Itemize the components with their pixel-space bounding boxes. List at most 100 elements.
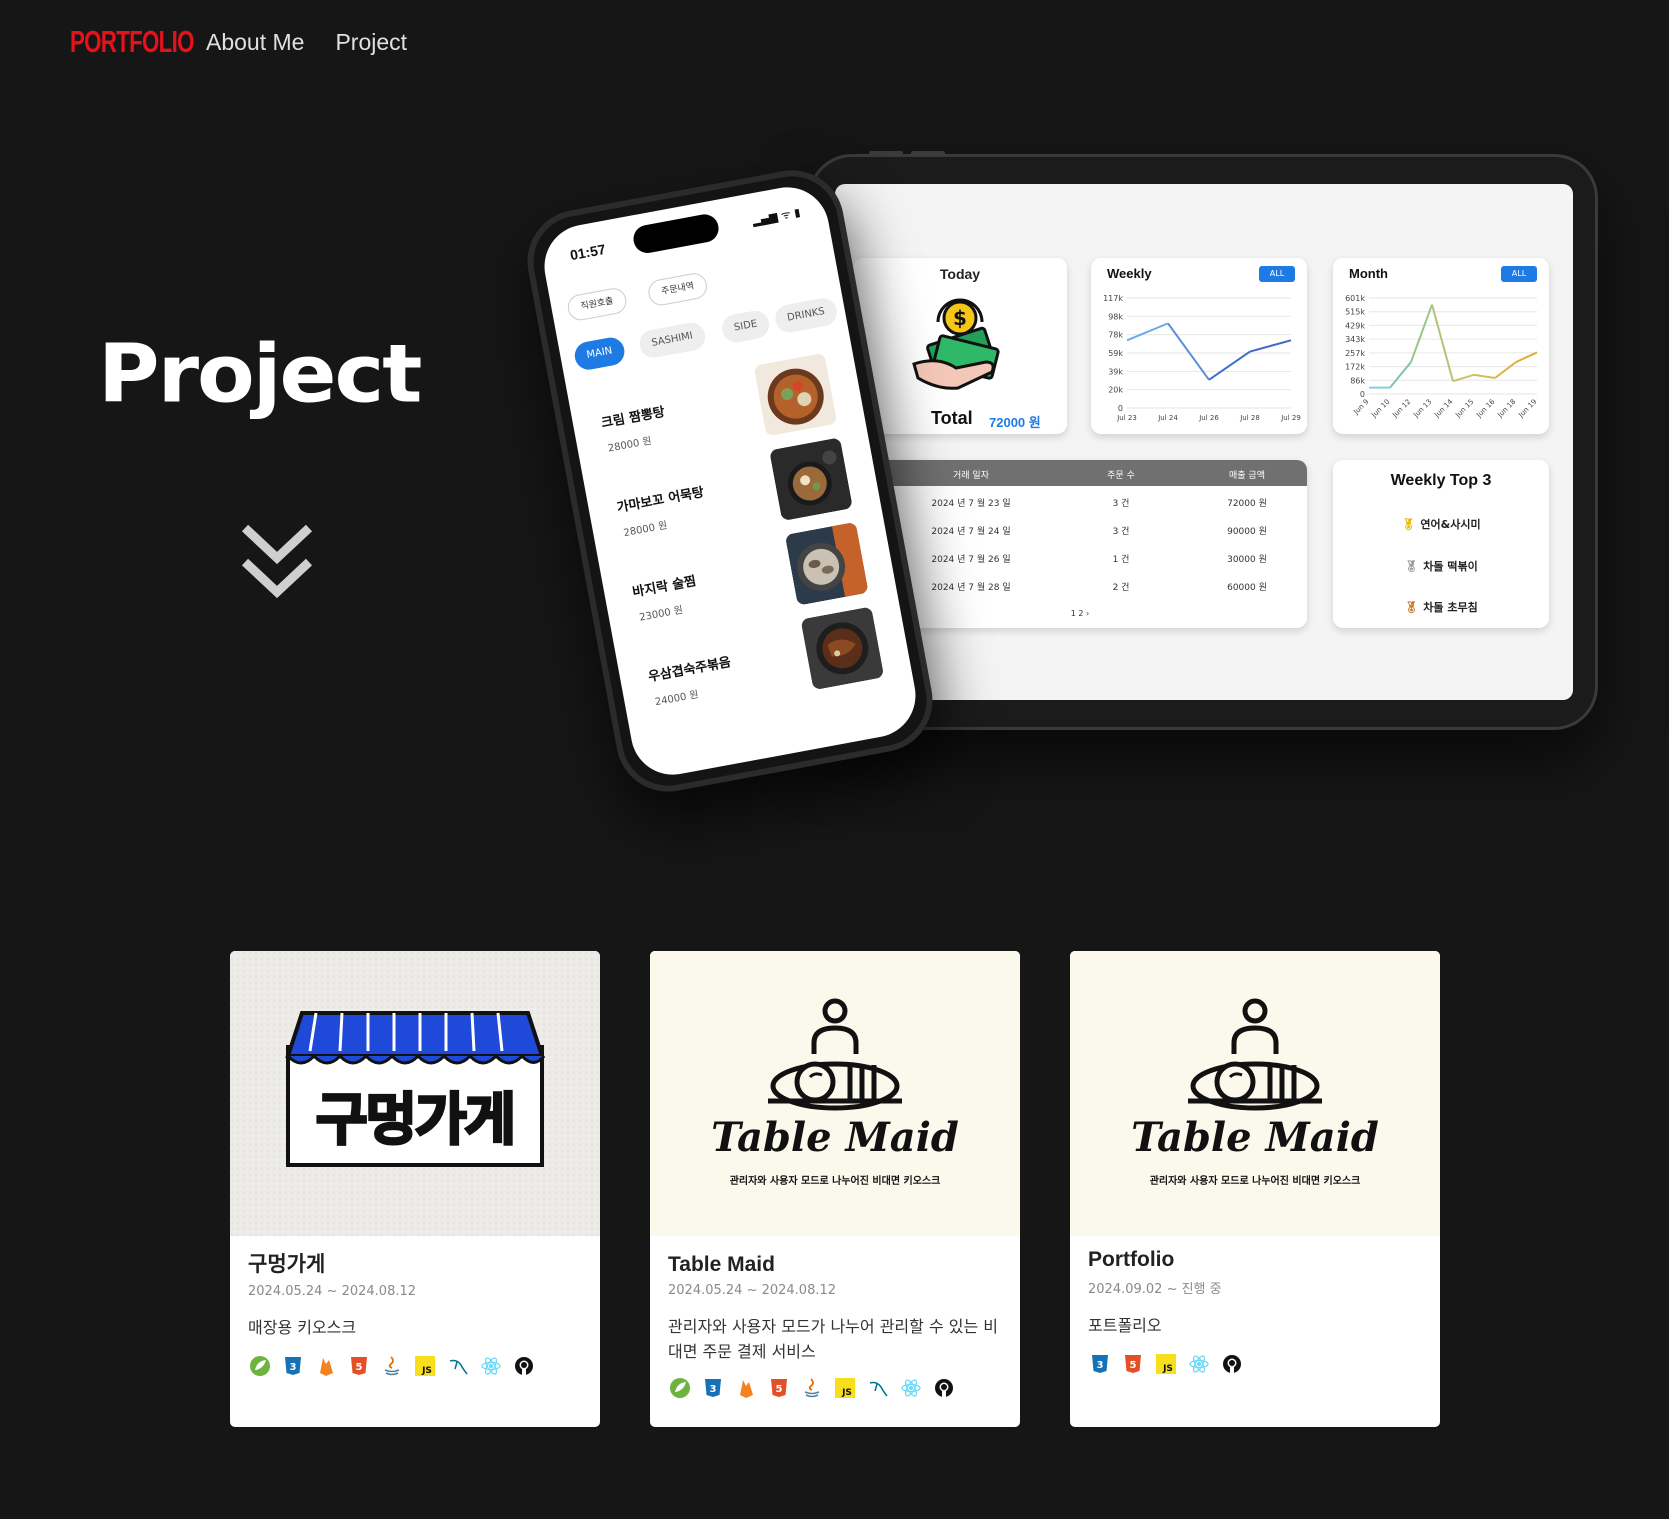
y-tick-label: 0 [1118,404,1123,413]
svg-text:$: $ [953,306,967,330]
table-cell: 30000 원 [1227,555,1267,565]
table-row[interactable]: 2024 년 7 월 24 일 3 건 90000 원 [853,524,1307,544]
series-line-segment [1410,304,1433,363]
github-icon[interactable] [932,1376,956,1400]
menu-item-price: 24000 원 [654,689,700,709]
gold-medal-icon: 🏅︎ [1401,518,1416,531]
x-tick-label: Jun 16 [1474,397,1496,419]
top-nav: PORTFOLIO About Me Project [70,22,407,62]
project-card-body: 구멍가게 2024.05.24 ~ 2024.08.12 매장용 키오스크 3 … [248,1248,582,1378]
y-tick-label: 172k [1345,363,1365,372]
project-description: 포트폴리오 [1088,1316,1162,1335]
scroll-down-chevron-icon[interactable] [241,522,313,602]
table-cell: 2024 년 7 월 28 일 [931,583,1011,593]
tech-stack: 3 5 JS [668,1376,1002,1400]
github-icon[interactable] [512,1354,536,1378]
react-icon [899,1376,923,1400]
x-tick-label: Jul 26 [1198,414,1219,422]
y-tick-label: 429k [1345,321,1365,330]
project-card-portfolio[interactable]: Table Maid 관리자와 사용자 모드로 나누어진 비대면 키오스크 Po… [1070,951,1440,1427]
top3-item: 🏅︎ 차돌 초무침 [1333,599,1549,615]
table-row[interactable]: 2024 년 7 월 28 일 2 건 60000 원 [853,580,1307,600]
spring-icon [668,1376,692,1400]
java-icon [800,1376,824,1400]
menu-item-name: 가마보꼬 어묵탕 [615,485,706,516]
menu-item-price: 28000 원 [607,435,653,455]
sales-table-card: 거래 일자 주문 수 매출 금액 2024 년 7 월 23 일 3 건 720… [853,460,1307,628]
svg-text:3: 3 [710,1384,717,1395]
hero-title: Project [98,327,422,421]
menu-item-price: 28000 원 [622,520,669,540]
top3-item: 🏅︎ 연어&사시미 [1333,516,1549,532]
call-staff-button[interactable]: 직원호출 [565,286,629,323]
css3-icon: 3 [1088,1352,1112,1376]
table-row[interactable]: 2024 년 7 월 23 일 3 건 72000 원 [853,496,1307,516]
table-maid-logo-text: Table Maid [1131,1114,1379,1161]
nav-link-project[interactable]: Project [335,29,407,56]
tab-sashimi[interactable]: SASHIMI [637,320,708,360]
mysql-icon [866,1376,890,1400]
sales-table-header: 거래 일자 주문 수 매출 금액 [853,460,1307,486]
svg-text:JS: JS [421,1366,432,1376]
month-chart-card: Month ALL 601k 515k 429k 343k 257k 172k 86k 0 Ju… [1333,258,1549,434]
x-tick-label: Jul 28 [1239,414,1260,422]
weekly-chart-card: Weekly ALL 117k 98k 78k 59k 39k 20k 0 Jul 23 Jul… [1091,258,1307,434]
svg-text:3: 3 [290,1362,297,1373]
project-description: 관리자와 사용자 모드가 나누어 관리할 수 있는 비대면 주문 결제 서비스 [668,1317,999,1361]
html5-icon: 5 [347,1354,371,1378]
table-header-date: 거래 일자 [953,471,989,481]
project-card-table-maid[interactable]: Table Maid 관리자와 사용자 모드로 나누어진 비대면 키오스크 Ta… [650,951,1020,1427]
project-date: 2024.05.24 ~ 2024.08.12 [248,1284,417,1299]
menu-item-name: 크림 짬뽕탕 [600,404,667,432]
x-tick-label: Jun 19 [1516,398,1538,420]
table-maid-logo-text: Table Maid [711,1114,959,1161]
x-tick-label: Jun 13 [1411,398,1433,420]
tab-drinks[interactable]: DRINKS [773,295,840,335]
table-row[interactable]: 2024 년 7 월 26 일 1 건 30000 원 [853,552,1307,572]
svg-text:3: 3 [1097,1360,1104,1371]
series-line-segment [1126,322,1169,342]
today-card: Today $ Total 72000 원 [853,258,1067,434]
table-pagination[interactable]: 1 2 › [853,609,1307,618]
svg-text:5: 5 [776,1384,783,1395]
order-history-button[interactable]: 주문내역 [646,271,710,308]
javascript-icon: JS [413,1354,437,1378]
javascript-icon: JS [833,1376,857,1400]
y-tick-label: 98k [1108,312,1123,321]
menu-item-name: 바지락 술찜 [631,573,698,601]
menu-item-photo [800,606,885,691]
table-cell: 2024 년 7 월 23 일 [931,499,1011,509]
nav-link-about-me[interactable]: About Me [206,29,304,56]
series-line-segment [1431,304,1454,382]
project-date: 2024.09.02 ~ 진행 중 [1088,1282,1222,1297]
y-tick-label: 78k [1108,331,1123,340]
project-card-gumeong-gage[interactable]: 구멍가게 구멍가게 2024.05.24 ~ 2024.08.12 매장용 키오… [230,951,600,1427]
svg-text:5: 5 [356,1362,363,1373]
series-line-segment [1249,339,1292,353]
tab-main[interactable]: MAIN [572,335,627,372]
silver-medal-icon: 🏅︎ [1404,560,1419,573]
tab-side[interactable]: SIDE [719,308,772,345]
y-tick-label: 59k [1108,349,1123,358]
svg-text:JS: JS [1162,1364,1173,1374]
x-tick-label: Jun 12 [1390,398,1412,420]
portfolio-logo[interactable]: PORTFOLIO [70,24,194,60]
tablet-screen: Today $ Total 72000 원 Weekly ALL 117k 98k… [835,184,1573,700]
css3-icon: 3 [701,1376,725,1400]
money-hand-icon: $ [912,298,1000,390]
project-description: 매장용 키오스크 [248,1318,357,1337]
y-tick-label: 117k [1103,294,1123,303]
table-maid-logo-subtitle: 관리자와 사용자 모드로 나누어진 비대면 키오스크 [730,1174,941,1187]
top3-item-label: 차돌 떡볶이 [1423,560,1478,573]
total-value: 72000 원 [989,415,1041,430]
y-tick-label: 601k [1345,294,1365,303]
mysql-icon [446,1354,470,1378]
today-title: Today [939,266,981,282]
github-icon[interactable] [1220,1352,1244,1376]
table-header-orders: 주문 수 [1107,471,1135,481]
y-tick-label: 515k [1345,308,1365,317]
table-cell: 3 건 [1112,499,1130,509]
project-title: Table Maid [668,1253,775,1276]
table-cell: 3 건 [1112,527,1130,537]
x-tick-label: Jul 24 [1157,414,1178,422]
